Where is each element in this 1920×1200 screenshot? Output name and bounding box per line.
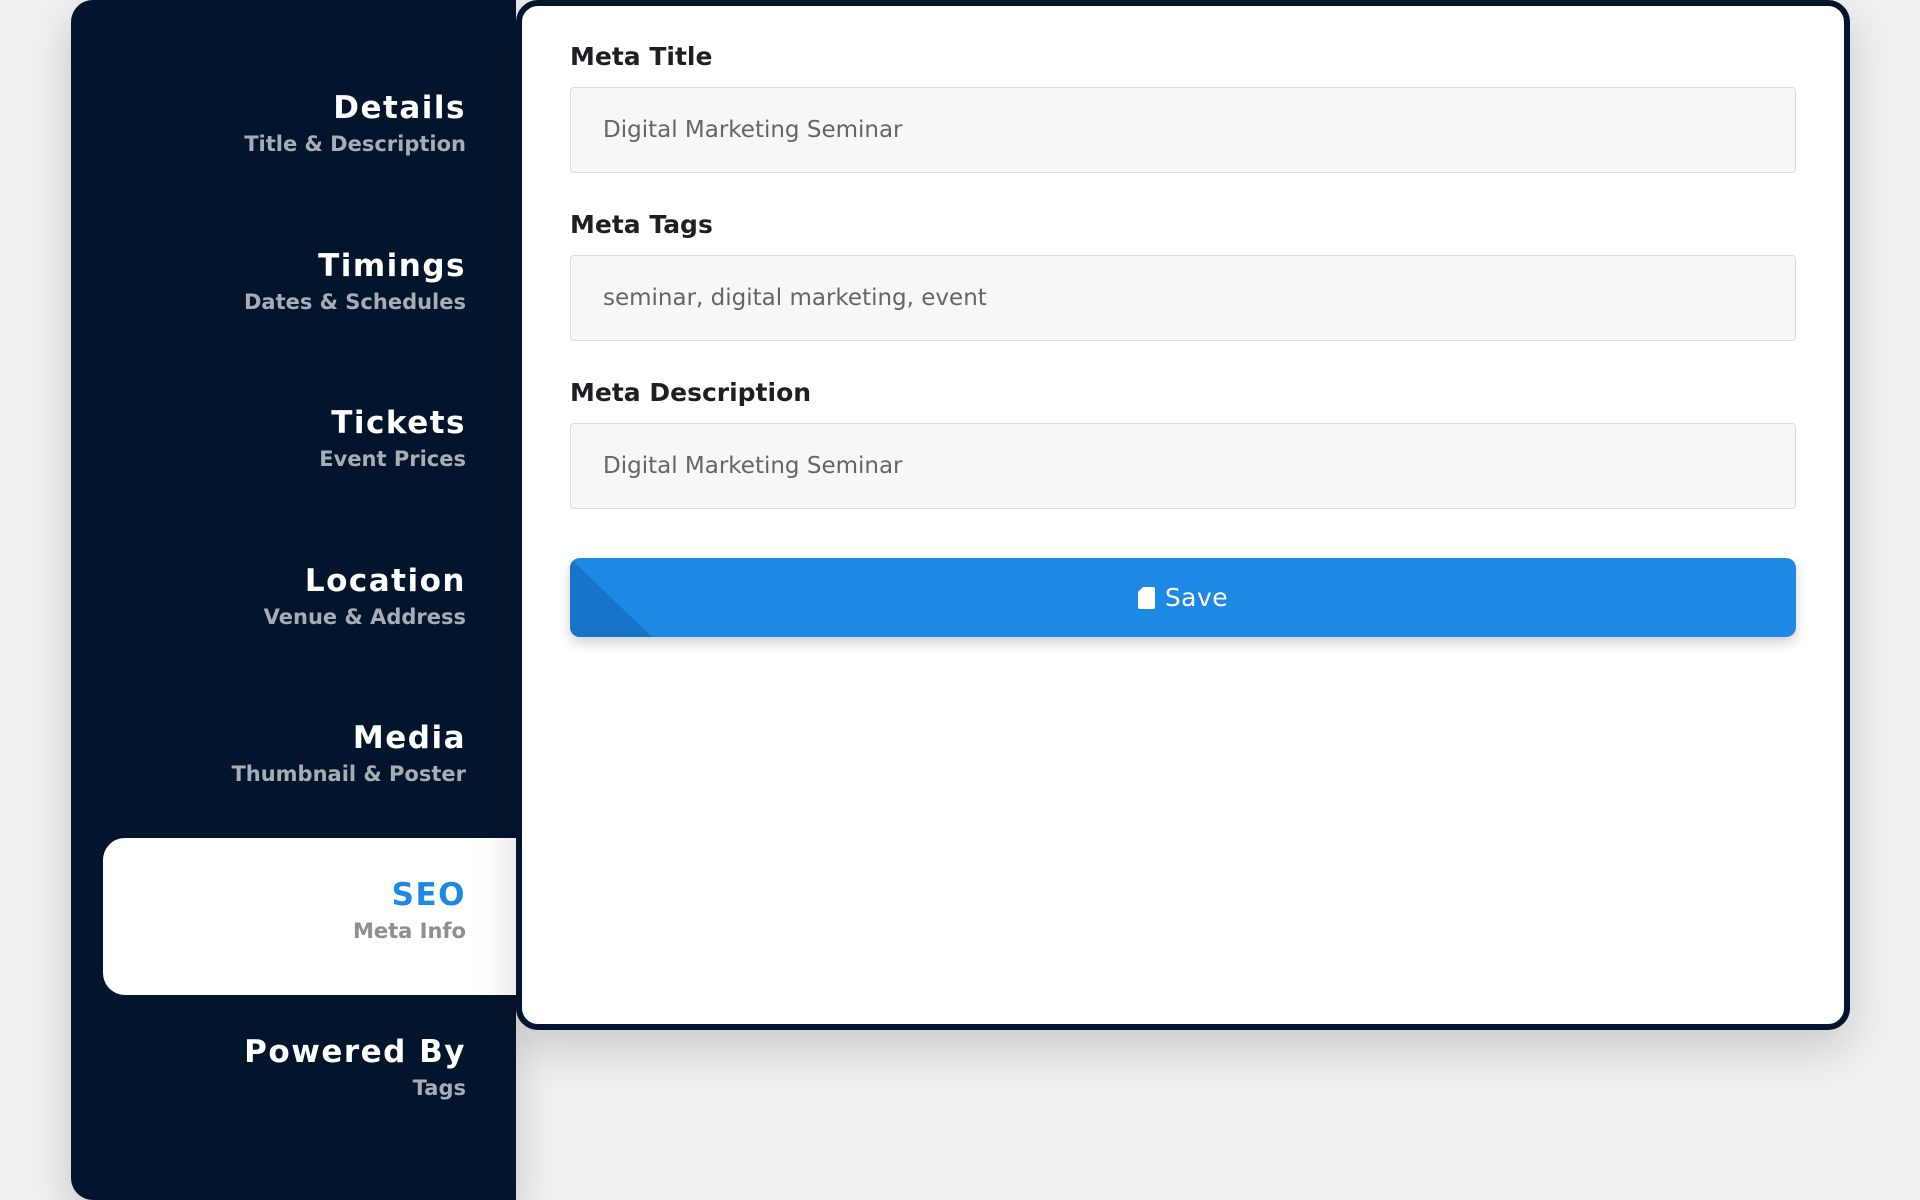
meta-tags-label: Meta Tags: [570, 210, 713, 239]
save-button[interactable]: Save: [570, 558, 1796, 637]
sidebar-item-title: Powered By: [244, 1034, 466, 1070]
sidebar-item-subtitle: Meta Info: [353, 919, 466, 943]
sidebar-item-tickets[interactable]: Tickets Event Prices: [103, 368, 516, 525]
meta-description-input[interactable]: [570, 423, 1796, 509]
sidebar-item-seo[interactable]: SEO Meta Info: [103, 838, 516, 995]
page: Details Title & Description Timings Date…: [0, 0, 1920, 1200]
sidebar-item-title: SEO: [391, 877, 466, 913]
sidebar-item-location[interactable]: Location Venue & Address: [103, 526, 516, 683]
sidebar-item-title: Location: [304, 563, 466, 599]
sidebar-item-powered-by[interactable]: Powered By Tags: [103, 997, 516, 1154]
meta-title-input[interactable]: [570, 87, 1796, 173]
sidebar-item-title: Details: [333, 90, 466, 126]
sidebar-item-subtitle: Thumbnail & Poster: [231, 762, 466, 786]
save-button-label: Save: [1164, 583, 1229, 612]
sidebar-item-timings[interactable]: Timings Dates & Schedules: [103, 211, 516, 368]
sidebar-item-subtitle: Event Prices: [319, 447, 466, 471]
sidebar-item-title: Timings: [318, 248, 466, 284]
sidebar: Details Title & Description Timings Date…: [71, 0, 516, 1200]
save-button-content: Save: [570, 558, 1796, 637]
sidebar-item-title: Tickets: [331, 405, 466, 441]
sd-card-icon: [1137, 586, 1155, 609]
meta-tags-input[interactable]: [570, 255, 1796, 341]
sidebar-item-subtitle: Venue & Address: [263, 605, 466, 629]
sidebar-item-title: Media: [352, 720, 466, 756]
sidebar-item-subtitle: Dates & Schedules: [243, 290, 466, 314]
sidebar-item-media[interactable]: Media Thumbnail & Poster: [103, 683, 516, 840]
meta-description-label: Meta Description: [570, 378, 812, 407]
sidebar-item-subtitle: Tags: [412, 1076, 466, 1100]
sidebar-item-subtitle: Title & Description: [244, 132, 466, 156]
meta-title-label: Meta Title: [570, 42, 713, 71]
sidebar-item-details[interactable]: Details Title & Description: [103, 53, 516, 210]
